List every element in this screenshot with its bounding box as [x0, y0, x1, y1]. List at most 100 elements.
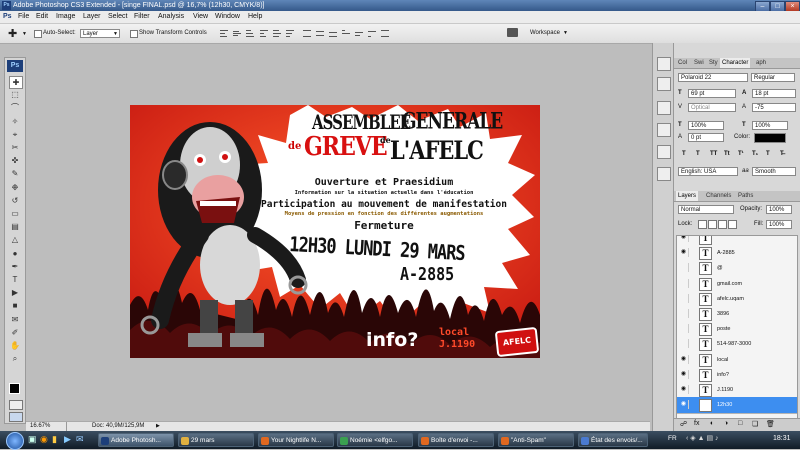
shape-tool-icon[interactable]: ■ [9, 300, 21, 311]
blur-tool-icon[interactable]: △ [9, 234, 21, 245]
visibility-eye-icon[interactable]: ◉ [679, 385, 689, 394]
font-style-select[interactable]: Regular [751, 73, 795, 82]
taskbar-item[interactable]: "Anti-Spam" [498, 433, 574, 447]
history-icon[interactable] [657, 167, 671, 181]
delete-layer-icon[interactable]: 🗑 [766, 420, 775, 428]
menu-filter[interactable]: Filter [134, 11, 150, 23]
text-style-button[interactable]: T [696, 151, 700, 157]
language-select[interactable]: English: USA [678, 167, 738, 176]
align-vcenter-icon[interactable] [233, 30, 241, 37]
lock-pixels-icon[interactable] [708, 220, 717, 229]
visibility-eye-icon[interactable] [679, 309, 689, 318]
visibility-eye-icon[interactable] [679, 263, 689, 273]
text-style-button[interactable]: Tt [724, 151, 730, 157]
screen-mode-icon[interactable] [9, 412, 23, 422]
visibility-eye-icon[interactable]: ◉ [679, 400, 689, 410]
text-style-button[interactable]: T̶ [780, 151, 784, 157]
history-brush-icon[interactable]: ↺ [9, 195, 21, 206]
path-selection-icon[interactable]: ▶ [9, 287, 21, 298]
visibility-eye-icon[interactable]: ◉ [679, 236, 689, 242]
chevron-down-icon[interactable]: ▼ [563, 30, 568, 36]
text-style-button[interactable]: T [682, 151, 686, 157]
tab-paths[interactable]: Paths [736, 191, 755, 201]
text-style-button[interactable]: T [766, 151, 770, 157]
distribute-bottom-icon[interactable] [329, 30, 337, 37]
new-group-icon[interactable]: □ [738, 420, 742, 427]
foreground-color-swatch[interactable] [9, 383, 20, 394]
taskbar-item[interactable]: Your Nightlife N... [258, 433, 334, 447]
visibility-eye-icon[interactable] [679, 339, 689, 349]
lock-transparency-icon[interactable] [698, 220, 707, 229]
auto-select-dropdown[interactable]: Layer ▼ [80, 29, 120, 38]
magic-wand-icon[interactable]: ✧ [9, 116, 21, 127]
show-desktop-icon[interactable]: ▣ [28, 434, 37, 445]
media-quicklaunch-icon[interactable]: ▶ [64, 434, 71, 445]
lasso-tool-icon[interactable]: ⌒ [9, 102, 21, 113]
menu-window[interactable]: Window [215, 11, 240, 23]
blend-mode-select[interactable]: Normal [678, 205, 734, 214]
quick-mask-icon[interactable] [9, 400, 23, 410]
gradient-tool-icon[interactable]: ▤ [9, 221, 21, 232]
clone-stamp-icon[interactable]: ❉ [9, 182, 21, 193]
hand-tool-icon[interactable]: ✋ [9, 340, 21, 351]
menu-select[interactable]: Select [108, 11, 127, 23]
thunderbird-quicklaunch-icon[interactable]: ✉ [76, 434, 84, 445]
visibility-eye-icon[interactable]: ◉ [679, 354, 689, 364]
distribute-right-icon[interactable] [368, 30, 376, 37]
visibility-eye-icon[interactable]: ◉ [679, 248, 689, 258]
tab-styles[interactable]: Sty [707, 58, 720, 68]
ps-menu-icon[interactable]: Ps [3, 11, 12, 23]
layer-mask-icon[interactable]: ◐ [710, 420, 714, 427]
tab-swatches[interactable]: Swi [692, 58, 706, 68]
tab-layers[interactable]: Layers [676, 191, 699, 201]
font-size-field[interactable]: 69 pt [688, 89, 736, 98]
chevron-down-icon[interactable]: ▼ [22, 31, 27, 37]
tab-channels[interactable]: Channels [704, 191, 733, 201]
antialias-select[interactable]: Smooth [752, 167, 796, 176]
brushes-icon[interactable] [657, 101, 671, 115]
menu-layer[interactable]: Layer [83, 11, 101, 23]
opacity-field[interactable]: 100% [766, 205, 792, 214]
align-top-icon[interactable] [220, 30, 228, 37]
distribute-top-icon[interactable] [303, 30, 311, 37]
document-canvas[interactable]: ASSEMBLEE GENERALE de GREVE de L'AFELC O… [130, 105, 540, 358]
pen-tool-icon[interactable]: ✒ [9, 261, 21, 272]
start-button[interactable] [6, 432, 24, 450]
align-bottom-icon[interactable] [246, 30, 254, 37]
visibility-eye-icon[interactable] [679, 278, 689, 288]
visibility-eye-icon[interactable] [679, 324, 689, 334]
distribute-vcenter-icon[interactable] [316, 30, 324, 37]
slice-tool-icon[interactable]: ✂ [9, 142, 21, 153]
taskbar-item[interactable]: Noémie <elfgo... [337, 433, 413, 447]
notes-tool-icon[interactable]: ✉ [9, 314, 21, 325]
workspace-label[interactable]: Workspace [530, 30, 560, 36]
status-menu-arrow-icon[interactable]: ▶ [156, 422, 160, 431]
healing-brush-icon[interactable]: ✜ [9, 155, 21, 166]
adjustment-layer-icon[interactable]: ◑ [724, 420, 728, 427]
tab-color[interactable]: Col [676, 58, 689, 68]
tracking-field[interactable]: -75 [752, 103, 796, 112]
align-right-icon[interactable] [286, 30, 294, 37]
tool-presets-icon[interactable] [657, 123, 671, 137]
lock-position-icon[interactable] [718, 220, 727, 229]
show-transform-checkbox[interactable] [130, 30, 138, 38]
align-hcenter-icon[interactable] [273, 30, 281, 37]
lock-all-icon[interactable] [728, 220, 737, 229]
tray-icons[interactable]: ‹ ◈ ▲ ▤ ♪ [686, 434, 719, 442]
menu-file[interactable]: File [18, 11, 29, 23]
vertical-scale-field[interactable]: 100% [688, 121, 724, 130]
menu-image[interactable]: Image [56, 11, 75, 23]
text-style-button[interactable]: T₁ [752, 151, 758, 157]
move-tool-icon[interactable]: ✚ [9, 76, 23, 89]
leading-field[interactable]: 18 pt [752, 89, 796, 98]
folder-quicklaunch-icon[interactable]: ▮ [52, 434, 57, 445]
auto-select-checkbox[interactable] [34, 30, 42, 38]
align-left-icon[interactable] [260, 30, 268, 37]
eraser-icon[interactable]: ▭ [9, 208, 21, 219]
crop-tool-icon[interactable]: ⌖ [9, 129, 21, 140]
menu-view[interactable]: View [193, 11, 208, 23]
horizontal-scale-field[interactable]: 100% [752, 121, 788, 130]
firefox-quicklaunch-icon[interactable]: ◉ [40, 434, 48, 445]
dodge-tool-icon[interactable]: ● [9, 248, 21, 259]
layer-style-icon[interactable]: fx [694, 420, 699, 427]
